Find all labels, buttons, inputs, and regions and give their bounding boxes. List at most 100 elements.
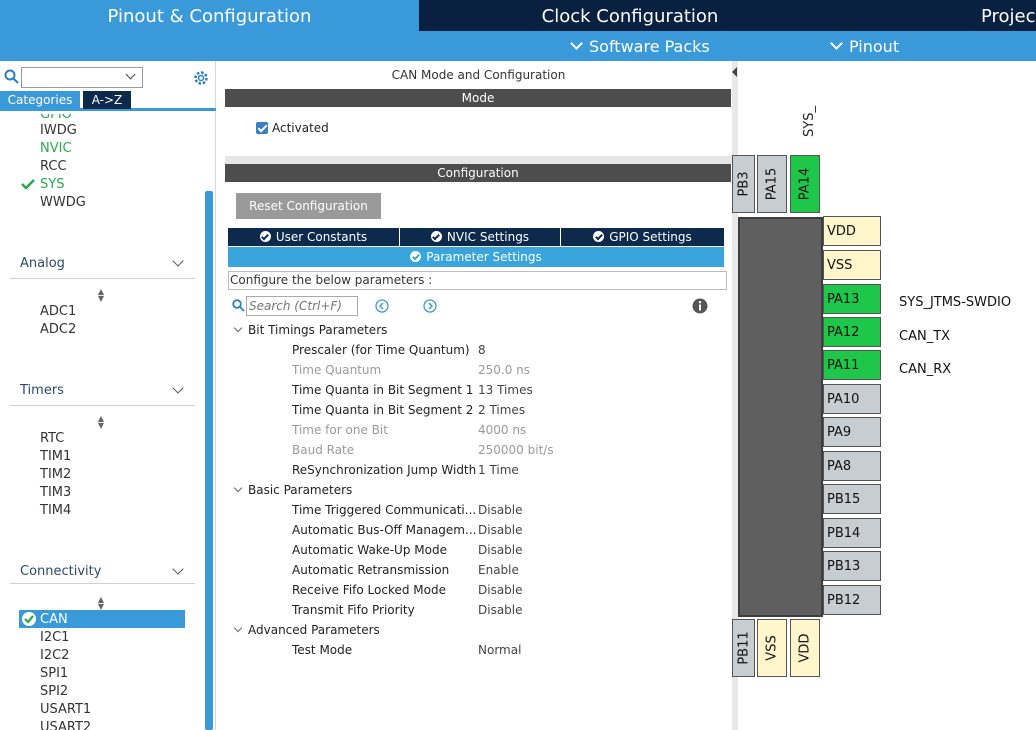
pin-vdd-bottom[interactable]: VDD [790,619,820,677]
list-item-spi2[interactable]: SPI2 [40,684,68,699]
pin-vss-bottom[interactable]: VSS [757,619,787,677]
param-name: Transmit Fifo Priority [292,603,415,617]
collapse-arrow-icon[interactable] [732,67,737,77]
param-value[interactable]: 8 [478,343,486,357]
list-item-tim3[interactable]: TIM3 [40,485,71,500]
param-value[interactable]: Disable [478,523,523,537]
group-header-timers[interactable]: Timers [20,383,64,398]
pin-pa13[interactable]: PA13 [823,284,881,314]
pin-pa8[interactable]: PA8 [823,451,881,481]
main-tab-bar: Pinout & Configuration Clock Configurati… [0,0,1036,31]
list-item-tim4[interactable]: TIM4 [40,503,71,518]
pin-pb14[interactable]: PB14 [823,518,881,548]
chevron-down-icon[interactable] [172,563,184,575]
group-header-connectivity[interactable]: Connectivity [20,564,101,579]
pin-vdd[interactable]: VDD [823,216,881,246]
list-item-rcc[interactable]: RCC [40,159,67,174]
search-icon [232,299,245,312]
chevron-down-icon[interactable] [172,382,184,394]
param-value[interactable]: Disable [478,503,523,517]
section-bit-timings[interactable]: Bit Timings Parameters [233,323,387,337]
pin-vss[interactable]: VSS [823,250,881,280]
tab-nvic-settings[interactable]: NVIC Settings [400,228,560,246]
param-value[interactable]: Enable [478,563,519,577]
chevron-down-icon[interactable] [125,69,136,80]
list-item-rtc[interactable]: RTC [40,431,64,446]
param-name: Time for one Bit [292,423,388,437]
tab-a-z[interactable]: A->Z [83,91,131,109]
pin-pb12[interactable]: PB12 [823,585,881,615]
expand-icon [233,623,243,633]
list-item-nvic[interactable]: NVIC [40,141,72,156]
param-value[interactable]: 1 Time [478,463,519,477]
param-value[interactable]: Normal [478,643,521,657]
section-label: Advanced Parameters [248,623,380,637]
list-item-usart1[interactable]: USART1 [40,702,91,717]
tab-label: NVIC Settings [446,230,530,244]
pinout-menu[interactable]: Pinout [830,31,899,61]
sort-icon[interactable]: ▲ ▼ [96,415,106,430]
list-item-spi1[interactable]: SPI1 [40,666,68,681]
pin-pa11[interactable]: PA11 [823,350,881,380]
pin-pa14[interactable]: PA14 [790,155,820,213]
param-value[interactable]: Disable [478,583,523,597]
pin-pa15[interactable]: PA15 [757,155,787,213]
list-item-adc2[interactable]: ADC2 [40,322,76,337]
param-value[interactable]: Disable [478,543,523,557]
expand-icon [233,323,243,333]
list-item-tim2[interactable]: TIM2 [40,467,71,482]
search-icon[interactable] [4,69,20,85]
tab-gpio-settings[interactable]: GPIO Settings [561,228,724,246]
parameter-search-input[interactable] [246,296,358,316]
tab-project-manager[interactable]: Projec [841,0,1036,31]
activated-checkbox[interactable] [256,122,268,134]
list-item-gpio-partial[interactable]: GPIO [40,114,72,120]
pin-pb15[interactable]: PB15 [823,484,881,514]
param-value: 250000 bit/s [478,443,554,457]
param-value[interactable]: 13 Times [478,383,533,397]
list-item-iwdg[interactable]: IWDG [40,123,77,138]
tab-user-constants[interactable]: User Constants [228,228,399,246]
param-name: Prescaler (for Time Quantum) [292,343,470,357]
list-item-can[interactable]: CAN [40,612,68,627]
category-search-combo[interactable] [21,67,143,88]
pin-pb13[interactable]: PB13 [823,551,881,581]
sort-icon[interactable]: ▲ ▼ [96,596,106,611]
pin-pa9[interactable]: PA9 [823,417,881,447]
next-icon[interactable] [423,299,437,313]
param-name: Time Quantum [292,363,382,377]
activated-label: Activated [272,121,329,135]
software-packs-menu[interactable]: Software Packs [570,31,710,61]
pin-pb11[interactable]: PB11 [732,619,755,677]
info-icon[interactable] [692,298,708,314]
tab-categories[interactable]: Categories [0,91,80,109]
splitter[interactable] [225,156,732,164]
pin-pa12[interactable]: PA12 [823,317,881,347]
tab-parameter-settings[interactable]: Parameter Settings [228,247,724,267]
previous-icon[interactable] [375,299,389,313]
pin-pa10[interactable]: PA10 [823,384,881,414]
signal-can-tx: CAN_TX [899,329,951,344]
list-item-wwdg[interactable]: WWDG [40,195,86,210]
gear-icon[interactable] [192,69,210,87]
list-item-tim1[interactable]: TIM1 [40,449,71,464]
group-header-analog[interactable]: Analog [20,256,65,271]
section-advanced[interactable]: Advanced Parameters [233,623,380,637]
pin-pb3[interactable]: PB3 [732,155,755,213]
tab-clock-configuration[interactable]: Clock Configuration [421,0,839,31]
reset-configuration-button[interactable]: Reset Configuration [236,193,381,219]
section-basic[interactable]: Basic Parameters [233,483,352,497]
left-scrollbar[interactable] [205,191,213,730]
list-item-usart2[interactable]: USART2 [40,720,91,730]
sort-icon[interactable]: ▲ ▼ [96,288,106,303]
list-item-adc1[interactable]: ADC1 [40,304,76,319]
tab-pinout-configuration[interactable]: Pinout & Configuration [0,0,419,31]
chevron-down-icon[interactable] [172,255,184,267]
list-item-i2c2[interactable]: I2C2 [40,648,69,663]
param-name: Automatic Bus-Off Managem... [292,523,477,537]
param-value[interactable]: 2 Times [478,403,525,417]
param-value[interactable]: Disable [478,603,523,617]
list-item-sys[interactable]: SYS [40,177,64,192]
list-item-i2c1[interactable]: I2C1 [40,630,69,645]
param-name: Time Quanta in Bit Segment 1 [292,383,474,397]
